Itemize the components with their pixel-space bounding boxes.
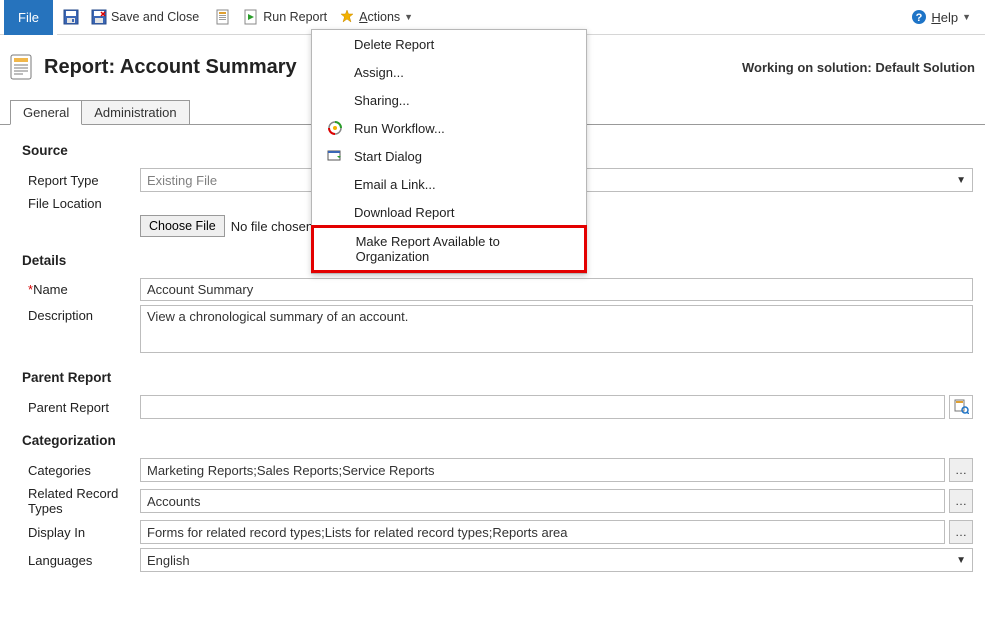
report-page-icon [8,53,36,81]
actions-caret-icon: ▼ [404,12,413,22]
label-categories: Categories [22,463,140,478]
no-file-label: No file chosen [231,219,313,234]
label-parent-report: Parent Report [22,400,140,415]
label-name: *Name [22,282,140,297]
menu-label: Sharing... [354,93,410,108]
help-label: Help [931,10,958,25]
run-report-button[interactable]: Run Report [237,5,333,29]
ellipsis-icon: … [955,525,967,539]
lookup-parent-report-button[interactable] [949,395,973,419]
ellipsis-categories-button[interactable]: … [949,458,973,482]
menu-item-download-report[interactable]: Download Report [312,198,586,226]
input-name[interactable] [140,278,973,301]
label-description: Description [22,305,140,323]
ellipsis-displayin-button[interactable]: … [949,520,973,544]
label-name-text: Name [33,282,68,297]
label-report-type: Report Type [22,173,140,188]
menu-item-make-available[interactable]: Make Report Available to Organization [311,225,587,273]
svg-text:?: ? [916,12,923,24]
help-icon: ? [911,9,927,25]
help-caret-icon: ▼ [962,12,971,22]
label-file-location: File Location [22,196,140,211]
menu-label: Make Report Available to Organization [356,234,572,264]
save-and-close-button[interactable]: Save and Close [85,5,205,29]
save-and-close-label: Save and Close [111,10,199,24]
run-report-icon [243,9,259,25]
solution-label: Working on solution: Default Solution [742,60,975,75]
blank-icon [326,204,344,220]
select-report-type-value: Existing File [147,173,217,188]
menu-item-email-link[interactable]: Email a Link... [312,170,586,198]
label-languages: Languages [22,553,140,568]
input-categories[interactable] [140,458,945,482]
menu-item-sharing[interactable]: Sharing... [312,86,586,114]
save-icon [63,9,79,25]
menu-item-assign[interactable]: Assign... [312,58,586,86]
menu-label: Delete Report [354,37,434,52]
dropdown-arrow-icon: ▼ [956,175,966,186]
report-small-icon [215,9,231,25]
textarea-description[interactable]: View a chronological summary of an accou… [140,305,973,353]
menu-item-run-workflow[interactable]: Run Workflow... [312,114,586,142]
menu-label: Assign... [354,65,404,80]
tab-general[interactable]: General [10,100,82,125]
menu-label: Run Workflow... [354,121,445,136]
ellipsis-icon: … [955,463,967,477]
section-parent-report: Parent Report [22,370,973,385]
blank-icon [326,64,344,80]
label-related-record-types: Related Record Types [22,486,140,516]
save-close-icon [91,9,107,25]
actions-icon [339,9,355,25]
menu-label: Start Dialog [354,149,422,164]
file-menu-button[interactable]: File [4,0,57,35]
menu-item-delete-report[interactable]: Delete Report [312,30,586,58]
select-languages-value: English [147,553,190,568]
workflow-icon [326,120,344,136]
toolbar-icon-button[interactable] [209,5,237,29]
blank-icon [326,36,344,52]
actions-menu-button[interactable]: Actions ▼ [333,5,419,29]
ellipsis-related-button[interactable]: … [949,489,973,513]
input-display-in[interactable] [140,520,945,544]
dropdown-arrow-icon: ▼ [956,555,966,566]
ellipsis-icon: … [955,494,967,508]
section-categorization: Categorization [22,433,973,448]
menu-item-start-dialog[interactable]: Start Dialog [312,142,586,170]
help-button[interactable]: ? Help ▼ [911,9,981,25]
input-parent-report[interactable] [140,395,945,419]
blank-icon [326,176,344,192]
lookup-icon [953,398,969,417]
actions-label: Actions [359,10,400,24]
menu-label: Download Report [354,205,454,220]
label-display-in: Display In [22,525,140,540]
menu-label: Email a Link... [354,177,436,192]
tab-administration[interactable]: Administration [82,100,189,125]
input-related-record-types[interactable] [140,489,945,513]
choose-file-button[interactable]: Choose File [140,215,225,237]
actions-dropdown-menu: Delete Report Assign... Sharing... Run W… [311,29,587,274]
save-button[interactable] [57,5,85,29]
blank-icon [326,92,344,108]
blank-icon [328,241,346,257]
select-languages[interactable]: English ▼ [140,548,973,572]
dialog-icon [326,148,344,164]
page-title: Report: Account Summary [44,56,297,79]
run-report-label: Run Report [263,10,327,24]
